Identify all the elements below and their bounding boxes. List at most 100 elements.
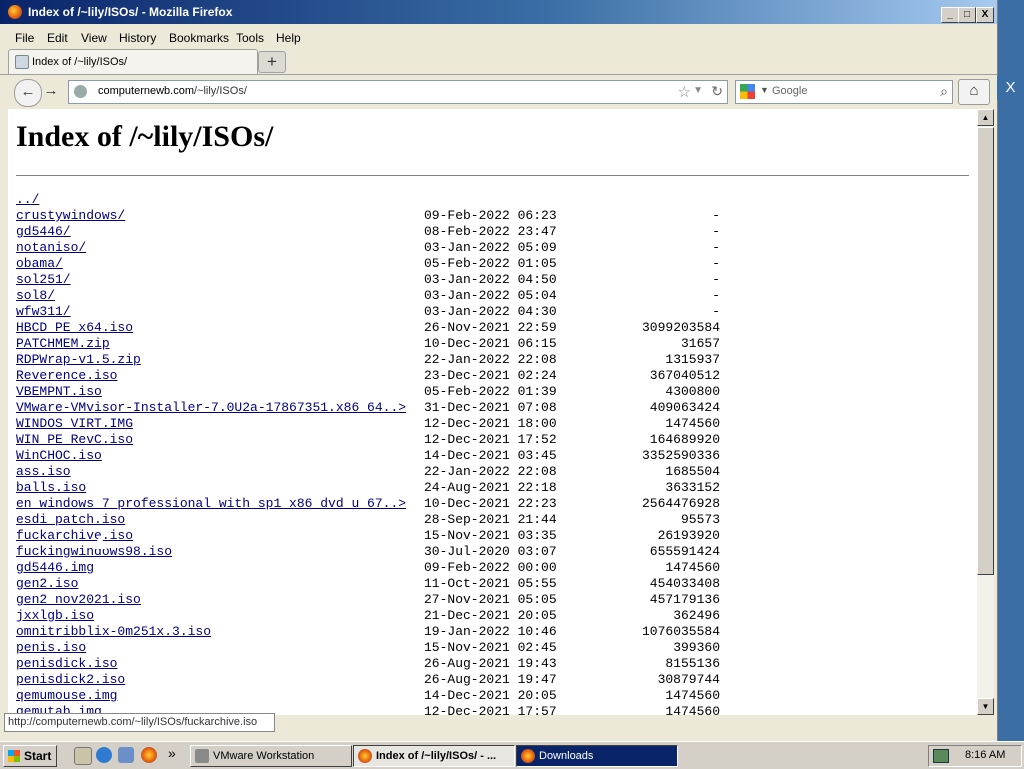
file-link[interactable]: WINDOS VIRT.IMG [16, 416, 133, 431]
menu-tools[interactable]: Tools [236, 31, 264, 45]
file-link[interactable]: en windows 7 professional with sp1 x86 d… [16, 496, 406, 511]
mouse-cursor [93, 535, 107, 549]
file-link[interactable]: jxxlgb.iso [16, 608, 94, 623]
file-link[interactable]: gd5446.img [16, 560, 94, 575]
tab-bar: Index of /~lily/ISOs/ + [0, 48, 997, 75]
file-date: 30-Jul-2020 03:07 [424, 544, 557, 559]
file-size: 655591424 [649, 544, 720, 559]
taskbar-vmware[interactable]: VMware Workstation [190, 745, 352, 767]
file-link[interactable]: sol251/ [16, 272, 71, 287]
search-placeholder[interactable]: Google [772, 85, 807, 97]
menu-help[interactable]: Help [276, 31, 301, 45]
engine-dropdown-icon[interactable]: ▼ [760, 85, 769, 95]
clock: 8:16 AM [965, 749, 1006, 761]
bookmark-star-icon[interactable]: ☆ [678, 83, 691, 101]
file-link[interactable]: balls.iso [16, 480, 86, 495]
site-identity-icon[interactable] [74, 85, 87, 98]
file-link[interactable]: fuckarchive.iso [16, 528, 133, 543]
home-button[interactable]: ⌂ [958, 79, 990, 105]
file-size: - [712, 240, 720, 255]
file-size: 362496 [673, 608, 720, 623]
file-link[interactable]: obama/ [16, 256, 63, 271]
file-link[interactable]: ../ [16, 192, 39, 207]
page-title: Index of /~lily/ISOs/ [16, 120, 274, 153]
status-bar: http://computernewb.com/~lily/ISOs/fucka… [4, 713, 275, 732]
start-button[interactable]: Start [3, 745, 57, 767]
file-size: 2564476928 [641, 496, 720, 511]
scroll-thumb[interactable] [977, 127, 994, 575]
url-dropdown-icon[interactable]: ▼ [693, 85, 703, 96]
search-bar[interactable]: ▼ Google ⌕ [735, 80, 953, 104]
file-link[interactable]: penisdick.iso [16, 656, 117, 671]
file-link[interactable]: WinCHOC.iso [16, 448, 102, 463]
file-date: 03-Jan-2022 05:04 [424, 288, 557, 303]
menu-history[interactable]: History [119, 31, 156, 45]
file-link[interactable]: penis.iso [16, 640, 86, 655]
show-desktop-icon[interactable] [74, 747, 92, 765]
menu-bookmarks[interactable]: Bookmarks [169, 31, 229, 45]
window-title: Index of /~lily/ISOs/ - Mozilla Firefox [28, 5, 233, 19]
file-size: 1685504 [665, 464, 720, 479]
file-link[interactable]: qemumouse.img [16, 688, 117, 703]
network-tray-icon[interactable] [933, 749, 949, 763]
file-link[interactable]: gd5446/ [16, 224, 71, 239]
file-link[interactable]: notaniso/ [16, 240, 86, 255]
close-button[interactable]: X [976, 7, 994, 23]
file-link[interactable]: penisdick2.iso [16, 672, 125, 687]
file-link[interactable]: VBEMPNT.iso [16, 384, 102, 399]
forward-button[interactable]: → [40, 79, 62, 105]
file-date: 05-Feb-2022 01:05 [424, 256, 557, 271]
page-icon [15, 55, 29, 69]
file-link[interactable]: WIN PE RevC.iso [16, 432, 133, 447]
file-date: 10-Dec-2021 06:15 [424, 336, 557, 351]
network-icon[interactable] [118, 747, 134, 763]
tab-index[interactable]: Index of /~lily/ISOs/ [8, 49, 258, 74]
url-bar[interactable]: computernewb.com/~lily/ISOs/ ☆ ▼ ↻ [68, 80, 728, 104]
file-date: 24-Aug-2021 22:18 [424, 480, 557, 495]
url-text[interactable]: computernewb.com/~lily/ISOs/ [98, 85, 247, 97]
file-date: 08-Feb-2022 23:47 [424, 224, 557, 239]
file-link[interactable]: ass.iso [16, 464, 71, 479]
vertical-scrollbar[interactable]: ▲ ▼ [977, 109, 994, 715]
file-date: 31-Dec-2021 07:08 [424, 400, 557, 415]
internet-explorer-icon[interactable] [96, 747, 112, 763]
new-tab-button[interactable]: + [258, 51, 286, 73]
minimize-button[interactable]: _ [941, 7, 959, 23]
file-date: 14-Dec-2021 03:45 [424, 448, 557, 463]
reload-icon[interactable]: ↻ [711, 83, 723, 100]
file-link[interactable]: HBCD PE x64.iso [16, 320, 133, 335]
file-link[interactable]: wfw311/ [16, 304, 71, 319]
taskbar-firefox[interactable]: Index of /~lily/ISOs/ - ... [353, 745, 515, 767]
menu-view[interactable]: View [81, 31, 107, 45]
file-link[interactable]: VMware-VMvisor-Installer-7.0U2a-17867351… [16, 400, 406, 415]
file-link[interactable]: gen2.iso [16, 576, 78, 591]
file-link[interactable]: gen2 nov2021.iso [16, 592, 141, 607]
back-arrow-icon: ← [20, 83, 36, 100]
file-date: 03-Jan-2022 04:50 [424, 272, 557, 287]
search-icon[interactable]: ⌕ [940, 83, 948, 100]
scroll-up-arrow[interactable]: ▲ [977, 109, 994, 126]
maximize-button[interactable]: □ [958, 7, 976, 23]
menu-file[interactable]: File [15, 31, 34, 45]
file-date: 05-Feb-2022 01:39 [424, 384, 557, 399]
file-link[interactable]: RDPWrap-v1.5.zip [16, 352, 141, 367]
google-engine-icon[interactable] [740, 84, 755, 99]
file-date: 19-Jan-2022 10:46 [424, 624, 557, 639]
side-close-icon[interactable]: X [997, 76, 1024, 100]
file-size: 4300800 [665, 384, 720, 399]
file-link[interactable]: omnitribblix-0m251x.3.iso [16, 624, 211, 639]
back-button[interactable]: ← [14, 79, 42, 107]
downloads-task-icon [521, 749, 535, 763]
scroll-down-arrow[interactable]: ▼ [977, 698, 994, 715]
quicklaunch-more-icon[interactable]: » [168, 745, 176, 761]
file-link[interactable]: esdi patch.iso [16, 512, 125, 527]
file-link[interactable]: PATCHMEM.zip [16, 336, 110, 351]
taskbar-downloads[interactable]: Downloads [516, 745, 678, 767]
file-link[interactable]: crustywindows/ [16, 208, 125, 223]
file-link[interactable]: Reverence.iso [16, 368, 117, 383]
menu-edit[interactable]: Edit [47, 31, 68, 45]
title-bar[interactable]: Index of /~lily/ISOs/ - Mozilla Firefox … [0, 0, 997, 24]
file-link[interactable]: sol8/ [16, 288, 55, 303]
file-size: 457179136 [649, 592, 720, 607]
firefox-quicklaunch-icon[interactable] [141, 747, 157, 763]
